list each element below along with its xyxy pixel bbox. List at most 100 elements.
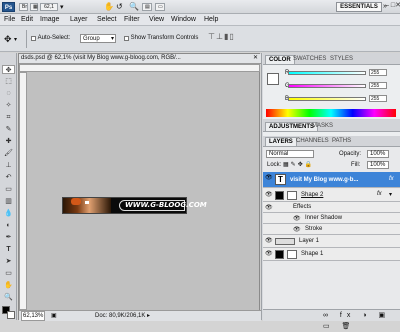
blog-banner-artwork[interactable]: WWW.G-BLOOG.COM: [62, 197, 207, 214]
auto-select-option[interactable]: Auto-Select:: [31, 35, 70, 42]
chevron-down-icon[interactable]: ▾: [389, 191, 392, 198]
layer-name: Shape 1: [301, 251, 324, 257]
visibility-eye-icon[interactable]: 👁: [265, 251, 273, 257]
vertical-ruler[interactable]: [19, 72, 27, 310]
menu-layer[interactable]: Layer: [70, 16, 88, 23]
eraser-tool-icon[interactable]: ▭: [2, 185, 15, 194]
move-tool-icon[interactable]: ✥: [2, 65, 15, 74]
pen-tool-icon[interactable]: ✒: [2, 233, 15, 242]
fx-indicator[interactable]: fx: [389, 176, 394, 182]
shape-thumbnail-icon: [275, 250, 284, 259]
lock-options-icon[interactable]: ▦✎✥🔒: [283, 161, 314, 168]
visibility-eye-icon[interactable]: 👁: [293, 227, 301, 233]
menu-file[interactable]: File: [4, 16, 15, 23]
close-icon[interactable]: ✕: [253, 54, 258, 63]
move-tool-preset-icon[interactable]: ✥: [4, 34, 12, 45]
banner-url-text: WWW.G-BLOOG.COM: [125, 201, 207, 209]
layer-row-shape-1[interactable]: 👁 Shape 1: [263, 248, 400, 261]
application-bar: Ps Br ▦ 62,1 ▾ ✋ ↺ 🔍 ▤ ▭ ESSENTIALS » – …: [0, 0, 400, 14]
background-color-swatch[interactable]: [7, 311, 15, 319]
hand-tool-icon[interactable]: ✋: [104, 2, 114, 11]
show-transform-label: Show Transform Controls: [130, 35, 199, 41]
color-panel: R 255 G 255 B 255: [263, 64, 400, 119]
menu-filter[interactable]: Filter: [124, 16, 140, 23]
visibility-eye-icon[interactable]: 👁: [293, 216, 301, 222]
path-selection-tool-icon[interactable]: ➤: [2, 257, 15, 266]
lasso-tool-icon[interactable]: ◌: [2, 89, 15, 98]
zoom-level-box[interactable]: 62,1: [40, 3, 58, 11]
green-slider[interactable]: [288, 84, 366, 88]
canvas-area[interactable]: WWW.G-BLOOG.COM: [27, 72, 259, 310]
red-value-input[interactable]: 255: [369, 69, 387, 76]
close-button[interactable]: ✕: [395, 2, 400, 10]
clone-stamp-tool-icon[interactable]: ⊥: [2, 161, 15, 170]
artwork-hair: [71, 198, 81, 205]
blend-mode-dropdown[interactable]: Normal: [266, 150, 314, 158]
zoom-tool-icon[interactable]: 🔍: [129, 2, 139, 11]
auto-select-checkbox[interactable]: [31, 35, 36, 41]
tab-channels[interactable]: CHANNELS: [293, 137, 332, 146]
align-buttons-icon[interactable]: ⊤⊥▮▯: [208, 32, 235, 41]
arrange-documents-button[interactable]: ▤: [142, 3, 152, 11]
auto-select-dropdown[interactable]: Group ▾: [80, 34, 116, 43]
effect-row-stroke[interactable]: 👁 Stroke: [263, 224, 400, 235]
history-brush-tool-icon[interactable]: ↶: [2, 173, 15, 182]
visibility-eye-icon[interactable]: 👁: [265, 192, 273, 198]
quick-select-tool-icon[interactable]: ✧: [2, 101, 15, 110]
menu-help[interactable]: Help: [204, 16, 218, 23]
tab-swatches[interactable]: SWATCHES: [290, 55, 329, 64]
shape-tool-icon[interactable]: ▭: [2, 269, 15, 278]
red-slider[interactable]: [288, 71, 366, 75]
workspace-switcher[interactable]: ESSENTIALS: [336, 2, 382, 12]
healing-brush-tool-icon[interactable]: ✚: [2, 137, 15, 146]
layer-row-shape-2[interactable]: 👁 Shape 2 fx ▾: [263, 189, 400, 202]
layer-row-layer-1[interactable]: 👁 Layer 1: [263, 235, 400, 248]
color-spectrum-bar[interactable]: [266, 109, 396, 117]
brush-tool-icon[interactable]: 🖌: [2, 149, 15, 158]
visibility-eye-icon[interactable]: 👁: [265, 205, 273, 211]
menu-edit[interactable]: Edit: [21, 16, 33, 23]
character-artwork: [63, 198, 111, 213]
green-value-input[interactable]: 255: [369, 82, 387, 89]
visibility-eye-icon[interactable]: 👁: [265, 175, 273, 181]
auto-select-label: Auto-Select:: [37, 35, 71, 41]
layer-actions-icon[interactable]: ∞ fx ◑ ▣ ▭ 🗑: [323, 312, 390, 330]
rotate-view-icon[interactable]: ↺: [116, 2, 123, 11]
fill-input[interactable]: 100%: [367, 161, 389, 169]
tab-masks[interactable]: MASKS: [309, 122, 336, 131]
blue-value-input[interactable]: 255: [369, 95, 387, 102]
tab-paths[interactable]: PATHS: [329, 137, 354, 146]
zoom-dropdown-icon[interactable]: ▾: [60, 3, 64, 11]
fx-indicator[interactable]: fx: [377, 191, 382, 197]
blur-tool-icon[interactable]: 💧: [2, 209, 15, 218]
horizontal-ruler[interactable]: [19, 64, 260, 72]
type-tool-icon[interactable]: T: [2, 245, 15, 254]
preset-dropdown-icon[interactable]: ▾: [14, 36, 17, 43]
effect-row-inner-shadow[interactable]: 👁 Inner Shadow: [263, 213, 400, 224]
hand-tool-icon[interactable]: ✋: [2, 281, 15, 290]
visibility-eye-icon[interactable]: 👁: [265, 238, 273, 244]
blue-slider[interactable]: [288, 97, 366, 101]
show-transform-option[interactable]: Show Transform Controls: [124, 35, 198, 42]
view-extras-button[interactable]: ▦: [30, 3, 38, 11]
layer-row-text[interactable]: 👁 T visit My Blog www.g-b... fx: [263, 172, 400, 188]
marquee-tool-icon[interactable]: ⬚: [2, 77, 15, 86]
document-tab[interactable]: dsds.psd @ 62,1% (visit My Blog www.g-bl…: [19, 54, 261, 64]
eyedropper-tool-icon[interactable]: ✎: [2, 125, 15, 134]
vector-mask-thumbnail-icon: [287, 250, 297, 259]
bridge-button[interactable]: Br: [19, 3, 28, 11]
menu-window[interactable]: Window: [171, 16, 196, 23]
tab-styles[interactable]: STYLES: [327, 55, 356, 64]
zoom-tool-icon[interactable]: 🔍: [2, 293, 15, 302]
gradient-tool-icon[interactable]: ▥: [2, 197, 15, 206]
menu-image[interactable]: Image: [40, 16, 59, 23]
menu-select[interactable]: Select: [97, 16, 116, 23]
foreground-color-chip[interactable]: [267, 73, 279, 85]
show-transform-checkbox[interactable]: [124, 35, 129, 41]
screen-mode-button[interactable]: ▭: [155, 3, 165, 11]
dodge-tool-icon[interactable]: ◐: [2, 221, 15, 230]
opacity-input[interactable]: 100%: [367, 150, 389, 158]
adjustments-panel: [263, 131, 400, 136]
crop-tool-icon[interactable]: ⌗: [2, 113, 15, 122]
menu-view[interactable]: View: [149, 16, 164, 23]
